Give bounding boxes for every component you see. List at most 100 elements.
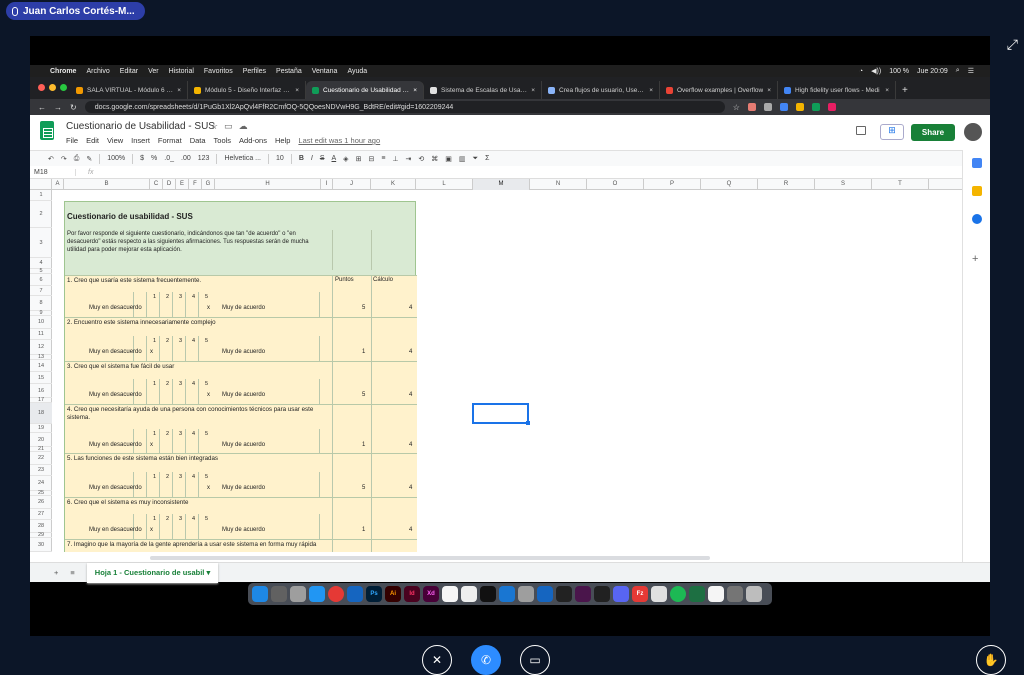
decrease-decimal-button[interactable]: .0_ bbox=[164, 155, 174, 162]
column-header-g[interactable]: G bbox=[202, 179, 215, 190]
column-header-t[interactable]: T bbox=[872, 179, 929, 190]
raise-hand-button[interactable]: ✋ bbox=[976, 645, 1006, 675]
header-calculo[interactable]: Cálculo bbox=[373, 277, 393, 283]
print-icon[interactable]: ⎙ bbox=[74, 155, 80, 163]
scale-number[interactable]: 3 bbox=[179, 431, 182, 437]
close-tab-icon[interactable]: × bbox=[531, 87, 535, 94]
rotate-icon[interactable]: ⟲ bbox=[418, 155, 424, 163]
row-header[interactable]: 6 bbox=[30, 274, 52, 286]
row-header[interactable]: 3 bbox=[30, 228, 52, 258]
menu-editar[interactable]: Editar bbox=[120, 68, 138, 75]
bookmark-star-icon[interactable]: ☆ bbox=[733, 103, 740, 112]
safari-icon[interactable] bbox=[309, 586, 325, 602]
row-header[interactable]: 18 bbox=[30, 403, 52, 424]
column-header-f[interactable]: F bbox=[189, 179, 202, 190]
calculo-value[interactable]: 4 bbox=[409, 527, 412, 533]
active-speaker-badge[interactable]: Juan Carlos Cortés-M... bbox=[6, 2, 145, 20]
row-header[interactable]: 1 bbox=[30, 190, 52, 201]
label-muy-de-acuerdo[interactable]: Muy de acuerdo bbox=[222, 527, 265, 533]
comment-icon[interactable]: ▣ bbox=[445, 155, 452, 163]
minimize-window-icon[interactable] bbox=[49, 84, 56, 91]
firefox-icon[interactable] bbox=[347, 586, 363, 602]
menu-perfiles[interactable]: Perfiles bbox=[243, 68, 266, 75]
row-header[interactable]: 8 bbox=[30, 296, 52, 311]
back-icon[interactable]: ← bbox=[38, 103, 46, 112]
horizontal-scrollbar[interactable] bbox=[150, 556, 710, 560]
scale-number[interactable]: 4 bbox=[192, 474, 195, 480]
menu-help[interactable]: Help bbox=[275, 136, 290, 145]
scale-number[interactable]: 2 bbox=[166, 431, 169, 437]
menu-pestana[interactable]: Pestaña bbox=[276, 68, 302, 75]
menu-tools[interactable]: Tools bbox=[214, 136, 232, 145]
column-header-h[interactable]: H bbox=[215, 179, 321, 190]
increase-decimal-button[interactable]: .00 bbox=[181, 155, 191, 162]
label-muy-de-acuerdo[interactable]: Muy de acuerdo bbox=[222, 349, 265, 355]
extension-icon[interactable] bbox=[811, 103, 820, 111]
strikethrough-icon[interactable]: S bbox=[320, 155, 325, 162]
puntos-value[interactable]: 5 bbox=[362, 392, 365, 398]
sheet-tab-hoja-1[interactable]: Hoja 1 - Cuestionario de usabil ▾ bbox=[86, 562, 219, 583]
close-tab-icon[interactable]: × bbox=[295, 87, 299, 94]
label-muy-en-desacuerdo[interactable]: Muy en desacuerdo bbox=[89, 527, 142, 533]
call-button[interactable]: ✆ bbox=[471, 645, 501, 675]
paint-format-icon[interactable]: ✎ bbox=[86, 155, 92, 163]
tab-overflow[interactable]: Overflow examples | Overflow × bbox=[660, 81, 778, 99]
fill-color-icon[interactable]: ◈ bbox=[343, 155, 348, 163]
extension-icon[interactable] bbox=[795, 103, 804, 111]
column-header-i[interactable]: I bbox=[321, 179, 333, 190]
keep-icon[interactable] bbox=[972, 186, 982, 196]
column-header-r[interactable]: R bbox=[758, 179, 815, 190]
link-icon[interactable]: ⌘ bbox=[431, 155, 438, 163]
forward-icon[interactable]: → bbox=[54, 103, 62, 112]
menu-format[interactable]: Format bbox=[158, 136, 182, 145]
vscode-icon[interactable] bbox=[537, 586, 553, 602]
question-text[interactable]: 6. Creo que el sistema es muy inconsiste… bbox=[67, 499, 332, 507]
puntos-value[interactable]: 1 bbox=[362, 442, 365, 448]
close-tab-icon[interactable]: × bbox=[649, 87, 653, 94]
scale-number[interactable]: 5 bbox=[205, 431, 208, 437]
answer-mark[interactable]: x bbox=[150, 349, 153, 355]
add-addon-icon[interactable]: + bbox=[972, 254, 982, 265]
row-header[interactable]: 2 bbox=[30, 201, 52, 228]
finder-icon[interactable] bbox=[252, 586, 268, 602]
puntos-value[interactable]: 1 bbox=[362, 527, 365, 533]
currency-button[interactable]: $ bbox=[140, 155, 144, 162]
menu-ventana[interactable]: Ventana bbox=[312, 68, 338, 75]
scale-number[interactable]: 5 bbox=[205, 516, 208, 522]
tab-sala-virtual[interactable]: SALA VIRTUAL - Módulo 6 ses × bbox=[70, 81, 188, 99]
scale-number[interactable]: 1 bbox=[153, 431, 156, 437]
all-sheets-icon[interactable]: ≡ bbox=[70, 568, 74, 577]
scale-number[interactable]: 1 bbox=[153, 294, 156, 300]
add-sheet-icon[interactable]: + bbox=[54, 568, 58, 577]
profile-icon[interactable] bbox=[827, 103, 836, 111]
column-header-j[interactable]: J bbox=[333, 179, 371, 190]
puntos-value[interactable]: 5 bbox=[362, 305, 365, 311]
scale-number[interactable]: 4 bbox=[192, 381, 195, 387]
new-tab-icon[interactable]: + bbox=[896, 85, 914, 96]
answer-mark[interactable]: x bbox=[150, 527, 153, 533]
column-header-o[interactable]: O bbox=[587, 179, 644, 190]
row-header[interactable]: 26 bbox=[30, 496, 52, 509]
scale-number[interactable]: 1 bbox=[153, 474, 156, 480]
menu-view[interactable]: View bbox=[107, 136, 123, 145]
row-header[interactable]: 22 bbox=[30, 452, 52, 465]
answer-mark[interactable]: x bbox=[150, 442, 153, 448]
scale-number[interactable]: 2 bbox=[166, 381, 169, 387]
font-select[interactable]: Helvetica ... bbox=[224, 155, 261, 162]
scale-number[interactable]: 4 bbox=[192, 516, 195, 522]
cloud-status-icon[interactable]: ☁ bbox=[239, 121, 248, 132]
launchpad-icon[interactable] bbox=[271, 586, 287, 602]
trash-icon[interactable] bbox=[746, 586, 762, 602]
column-header-l[interactable]: L bbox=[416, 179, 473, 190]
row-header[interactable]: 10 bbox=[30, 316, 52, 329]
question-text[interactable]: 3. Creo que el sistema fue fácil de usar bbox=[67, 363, 332, 371]
borders-icon[interactable]: ⊞ bbox=[356, 155, 362, 163]
valign-icon[interactable]: ⊥ bbox=[392, 155, 398, 163]
slack-alt-icon[interactable] bbox=[651, 586, 667, 602]
row-header[interactable]: 12 bbox=[30, 340, 52, 355]
label-muy-de-acuerdo[interactable]: Muy de acuerdo bbox=[222, 305, 265, 311]
scale-number[interactable]: 1 bbox=[153, 381, 156, 387]
label-muy-en-desacuerdo[interactable]: Muy en desacuerdo bbox=[89, 305, 142, 311]
chart-icon[interactable]: ▥ bbox=[459, 155, 466, 163]
scale-number[interactable]: 2 bbox=[166, 294, 169, 300]
